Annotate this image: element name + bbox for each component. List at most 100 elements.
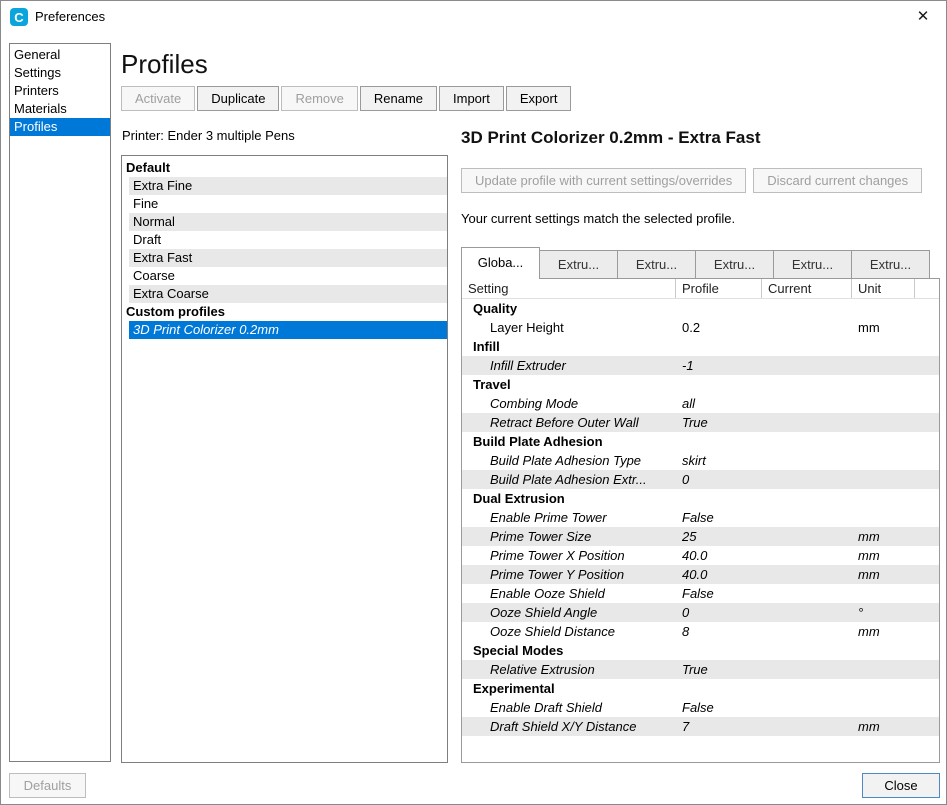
- profile-list-item[interactable]: Extra Fast: [129, 249, 447, 267]
- spacer-cell: [915, 641, 939, 660]
- setting-name: Ooze Shield Angle: [490, 605, 597, 620]
- settings-row: Combing Mode all: [462, 394, 939, 413]
- current-value-cell: [762, 394, 852, 413]
- defaults-button[interactable]: Defaults: [9, 773, 86, 798]
- profile-list-item[interactable]: 3D Print Colorizer 0.2mm: [129, 321, 447, 339]
- profile-list-item[interactable]: Draft: [129, 231, 447, 249]
- extruder-tabs: Globa... Extru... Extru... Extru... Extr…: [461, 247, 929, 279]
- settings-row: Enable Ooze Shield False: [462, 584, 939, 603]
- profile-value-cell: all: [676, 394, 762, 413]
- extruder-tab-label: Extru...: [870, 257, 911, 272]
- detail-action-button[interactable]: Update profile with current settings/ove…: [461, 168, 746, 193]
- setting-name-cell: Build Plate Adhesion: [462, 432, 676, 451]
- profile-list-item[interactable]: Fine: [129, 195, 447, 213]
- unit-value: mm: [858, 719, 880, 734]
- spacer-cell: [915, 660, 939, 679]
- profile-value-cell: 0: [676, 470, 762, 489]
- spacer-cell: [915, 565, 939, 584]
- settings-row: Build Plate Adhesion: [462, 432, 939, 451]
- unit-cell: [852, 299, 915, 318]
- unit-cell: °: [852, 603, 915, 622]
- profile-list-item-label: 3D Print Colorizer 0.2mm: [133, 322, 279, 337]
- profile-value-cell: [676, 299, 762, 318]
- sidebar-item[interactable]: Settings: [10, 64, 110, 82]
- extruder-tab[interactable]: Globa...: [461, 247, 540, 279]
- spacer-cell: [915, 318, 939, 337]
- sidebar-item[interactable]: General: [10, 46, 110, 64]
- column-header-label: Current: [768, 281, 811, 296]
- sidebar-item[interactable]: Printers: [10, 82, 110, 100]
- profile-value-cell: [676, 337, 762, 356]
- profile-list-item[interactable]: Extra Coarse: [129, 285, 447, 303]
- profile-list-item[interactable]: Custom profiles: [122, 303, 447, 321]
- profile-value-cell: 0.2: [676, 318, 762, 337]
- extruder-tab[interactable]: Extru...: [539, 250, 618, 279]
- extruder-tab-label: Extru...: [636, 257, 677, 272]
- setting-name: Experimental: [473, 681, 555, 696]
- settings-row: Prime Tower Y Position 40.0 mm: [462, 565, 939, 584]
- preferences-sidebar: General Settings Printers Materials Prof…: [9, 43, 111, 762]
- setting-name-cell: Quality: [462, 299, 676, 318]
- extruder-tab[interactable]: Extru...: [695, 250, 774, 279]
- profiles-toolbar: Activate Duplicate Remove Rename Import …: [121, 86, 571, 111]
- unit-cell: [852, 356, 915, 375]
- current-value-cell: [762, 413, 852, 432]
- setting-name-cell: Enable Draft Shield: [462, 698, 676, 717]
- profile-value: 8: [682, 624, 689, 639]
- sidebar-item-label: Printers: [14, 83, 59, 98]
- setting-name: Retract Before Outer Wall: [490, 415, 639, 430]
- setting-name-cell: Travel: [462, 375, 676, 394]
- toolbar-button[interactable]: Activate: [121, 86, 195, 111]
- unit-cell: mm: [852, 717, 915, 736]
- detail-action-button[interactable]: Discard current changes: [753, 168, 922, 193]
- close-icon[interactable]: ✕: [912, 6, 934, 28]
- profile-value: 0.2: [682, 320, 700, 335]
- profile-list-item[interactable]: Extra Fine: [129, 177, 447, 195]
- setting-name: Infill Extruder: [490, 358, 566, 373]
- unit-value: mm: [858, 320, 880, 335]
- profile-list-item[interactable]: Default: [122, 159, 447, 177]
- toolbar-button[interactable]: Import: [439, 86, 504, 111]
- spacer-cell: [915, 413, 939, 432]
- profile-list-item[interactable]: Coarse: [129, 267, 447, 285]
- profile-value-cell: skirt: [676, 451, 762, 470]
- profile-list-item[interactable]: Normal: [129, 213, 447, 231]
- toolbar-button[interactable]: Remove: [281, 86, 357, 111]
- close-button[interactable]: Close: [862, 773, 940, 798]
- profile-value-cell: 40.0: [676, 565, 762, 584]
- settings-row: Quality: [462, 299, 939, 318]
- unit-value: mm: [858, 567, 880, 582]
- profile-value: -1: [682, 358, 694, 373]
- setting-name-cell: Infill: [462, 337, 676, 356]
- profile-value: False: [682, 586, 714, 601]
- toolbar-button[interactable]: Export: [506, 86, 572, 111]
- settings-row: Enable Prime Tower False: [462, 508, 939, 527]
- sidebar-item-label: Materials: [14, 101, 67, 116]
- unit-cell: [852, 489, 915, 508]
- column-header: Current: [762, 279, 852, 298]
- toolbar-button[interactable]: Duplicate: [197, 86, 279, 111]
- settings-row: Ooze Shield Distance 8 mm: [462, 622, 939, 641]
- setting-name: Build Plate Adhesion: [473, 434, 603, 449]
- setting-name-cell: Prime Tower Size: [462, 527, 676, 546]
- profile-list-item-label: Extra Coarse: [133, 286, 209, 301]
- setting-name-cell: Build Plate Adhesion Extr...: [462, 470, 676, 489]
- toolbar-button[interactable]: Rename: [360, 86, 437, 111]
- setting-name: Enable Draft Shield: [490, 700, 602, 715]
- extruder-tab[interactable]: Extru...: [851, 250, 930, 279]
- profile-list-item-label: Normal: [133, 214, 175, 229]
- settings-table-header: Setting Profile Current Unit: [462, 279, 939, 299]
- extruder-tab[interactable]: Extru...: [773, 250, 852, 279]
- sidebar-item[interactable]: Materials: [10, 100, 110, 118]
- setting-name-cell: Experimental: [462, 679, 676, 698]
- profile-list-item-label: Extra Fast: [133, 250, 192, 265]
- settings-row: Infill: [462, 337, 939, 356]
- sidebar-item[interactable]: Profiles: [10, 118, 110, 136]
- spacer-cell: [915, 508, 939, 527]
- unit-cell: [852, 432, 915, 451]
- sidebar-item-label: Profiles: [14, 119, 57, 134]
- spacer-cell: [915, 717, 939, 736]
- preferences-window: C Preferences ✕ General Settings Printer…: [0, 0, 947, 805]
- extruder-tab[interactable]: Extru...: [617, 250, 696, 279]
- settings-row: Travel: [462, 375, 939, 394]
